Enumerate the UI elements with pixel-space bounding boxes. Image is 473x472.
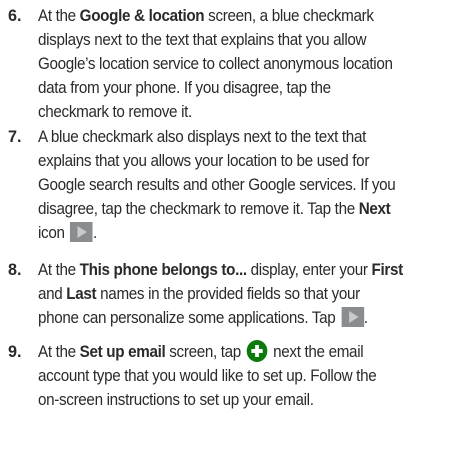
add-icon — [246, 340, 268, 362]
step-text: A blue checkmark also displays next to t… — [38, 125, 444, 245]
text-line: At the Google & location screen, a blue … — [38, 7, 374, 25]
text-line: A blue checkmark also displays next to t… — [38, 128, 366, 146]
bold-term: Last — [66, 285, 97, 303]
text-line: Google’s location service to collect ano… — [38, 55, 393, 73]
text-line: on-screen instructions to set up your em… — [38, 391, 314, 409]
text-line: Google search results and other Google s… — [38, 176, 396, 194]
text-line: data from your phone. If you disagree, t… — [38, 79, 331, 97]
bold-term: This phone belongs to... — [79, 261, 247, 279]
step-number: 8. — [8, 261, 22, 279]
bold-term: Google & location — [79, 7, 205, 25]
text-line: explains that you allows your location t… — [38, 152, 370, 170]
step-number: 6. — [8, 7, 22, 25]
text-line: disagree, tap the checkmark to remove it… — [38, 200, 391, 218]
bold-term: Next — [358, 200, 391, 218]
text-line: checkmark to remove it. — [38, 103, 192, 121]
step-text: At the Set up email screen, tap next the… — [38, 340, 444, 412]
bold-term: Set up email — [79, 343, 166, 361]
step-text: At the This phone belongs to... display,… — [38, 258, 444, 330]
text-line: phone can personalize some applications.… — [38, 307, 368, 327]
next-icon — [341, 307, 364, 327]
step-number: 7. — [8, 128, 22, 146]
step-text: At the Google & location screen, a blue … — [38, 4, 444, 124]
bold-term: First — [371, 261, 404, 279]
next-icon — [70, 222, 93, 242]
text-line: icon . — [38, 222, 97, 242]
text-line: account type that you would like to set … — [38, 367, 377, 385]
step-number: 9. — [8, 343, 22, 361]
text-line: displays next to the text that explains … — [38, 31, 367, 49]
text-line: and Last names in the provided fields so… — [38, 285, 360, 303]
text-line: At the This phone belongs to... display,… — [38, 261, 404, 279]
manual-page: 6. At the Google & location screen, a bl… — [0, 0, 473, 472]
text-line: At the Set up email screen, tap next the… — [38, 340, 444, 364]
